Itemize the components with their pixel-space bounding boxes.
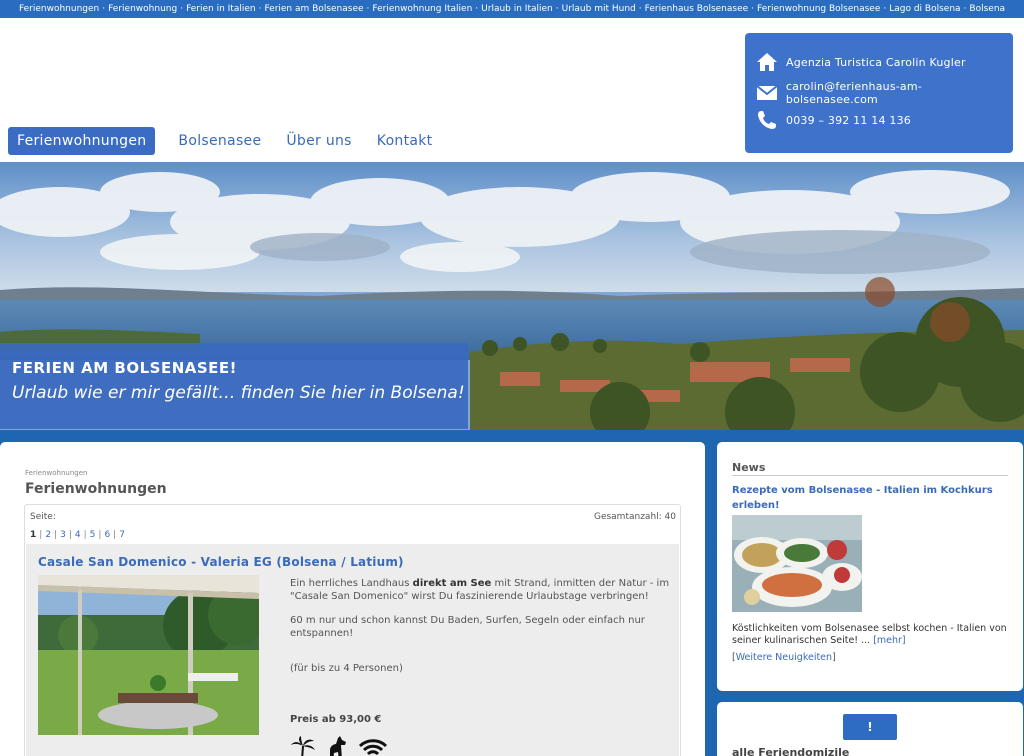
amenity-icons [290, 736, 388, 756]
strip-link[interactable]: Ferien in Italien [186, 4, 256, 14]
total-count: Gesamtanzahl: 40 [593, 512, 676, 522]
nav-item-kontakt[interactable]: Kontakt [368, 127, 442, 155]
pagination-separator: | [68, 530, 72, 540]
agency-name: Agenzia Turistica Carolin Kugler [786, 55, 966, 69]
strip-link[interactable]: Lago di Bolsena [889, 4, 960, 14]
pagination-page-5[interactable]: 5 [90, 530, 96, 540]
news-title-link[interactable]: Rezepte vom Bolsenasee - Italien im Koch… [732, 483, 1017, 513]
contact-phone: 0039 – 392 11 14 136 [786, 113, 911, 127]
strip-separator: · [102, 4, 106, 14]
strip-separator: · [963, 4, 967, 14]
listing-photo[interactable] [38, 575, 259, 735]
pagination-page-4[interactable]: 4 [75, 530, 81, 540]
strip-link[interactable]: Ferienwohnung Italien [372, 4, 472, 14]
strip-separator: · [751, 4, 755, 14]
pagination-separator: | [83, 530, 87, 540]
strip-link[interactable]: Urlaub in Italien [481, 4, 553, 14]
pagination-page-2[interactable]: 2 [45, 530, 51, 540]
pagination-separator: | [98, 530, 102, 540]
strip-separator: · [366, 4, 370, 14]
listing-desc-paragraph-2: 60 m nur und schon kannst Du Baden, Surf… [290, 615, 645, 639]
breadcrumb[interactable]: Ferienwohnungen [25, 469, 87, 477]
news-image[interactable] [732, 515, 862, 612]
pagination-page-3[interactable]: 3 [60, 530, 66, 540]
home-icon [755, 51, 779, 73]
hero-banner: FERIEN AM BOLSENASEE! Urlaub wie er mir … [0, 162, 1024, 430]
all-domiciles-button[interactable]: ! [843, 714, 897, 740]
strip-link[interactable]: Ferienhaus Bolsenasee [645, 4, 749, 14]
listing-container: Seite: Gesamtanzahl: 40 1 | 2 | 3 | 4 | 5 | 6 | 7 Ca… [24, 504, 681, 756]
strip-separator: · [883, 4, 887, 14]
banner-caption: FERIEN AM BOLSENASEE! Urlaub wie er mir … [0, 343, 468, 429]
contact-phone-row: 0039 – 392 11 14 136 [755, 109, 911, 131]
strip-separator: · [638, 4, 642, 14]
main-navigation: Ferienwohnungen Bolsenasee Über uns Kont… [8, 127, 448, 155]
pagination-separator: | [113, 530, 117, 540]
pagination: 1 | 2 | 3 | 4 | 5 | 6 | 7 [30, 530, 125, 540]
more-news-row: [Weitere Neuigkeiten] [732, 652, 836, 663]
contact-email-row: carolin@ferienhaus-am-bolsenasee.com [755, 80, 1013, 106]
pagination-page-7[interactable]: 7 [119, 530, 125, 540]
news-heading: News [732, 461, 1008, 476]
listing-desc-paragraph-1: Ein herrliches Landhaus direkt am See mi… [290, 578, 670, 602]
palm-icon [290, 736, 316, 756]
dog-icon [326, 736, 348, 756]
keyword-link-strip: Ferienwohnungen · Ferienwohnung · Ferien in … [0, 0, 1024, 18]
strip-link[interactable]: Ferien am Bolsenasee [264, 4, 363, 14]
banner-headline: FERIEN AM BOLSENASEE! [12, 359, 237, 377]
header: Ferienwohnungen Bolsenasee Über uns Kont… [0, 18, 1024, 162]
banner-subline: Urlaub wie er mir gefällt… finden Sie hi… [12, 383, 465, 403]
strip-link[interactable]: Urlaub mit Hund [562, 4, 636, 14]
listing-price: Preis ab 93,00 € [290, 714, 382, 725]
strip-separator: · [475, 4, 479, 14]
nav-item-bolsenasee[interactable]: Bolsenasee [169, 127, 270, 155]
strip-separator: · [555, 4, 559, 14]
pagination-separator: | [39, 530, 43, 540]
listing-title-link[interactable]: Casale San Domenico - Valeria EG (Bolsen… [38, 555, 404, 569]
news-teaser: Köstlichkeiten vom Bolsenasee selbst koc… [732, 623, 1007, 646]
all-domiciles-panel: ! alle Feriendomizile [717, 702, 1023, 756]
pagination-page-6[interactable]: 6 [104, 530, 110, 540]
more-news-link[interactable]: Weitere Neuigkeiten [736, 652, 832, 663]
strip-separator: · [258, 4, 262, 14]
nav-item-ueber-uns[interactable]: Über uns [277, 127, 360, 155]
strip-link[interactable]: Ferienwohnungen [19, 4, 99, 14]
pagination-label: Seite: [30, 512, 56, 522]
listing-persons: (für bis zu 4 Personen) [290, 663, 403, 674]
news-panel: News Rezepte vom Bolsenasee - Italien im… [717, 442, 1023, 691]
phone-icon [755, 109, 779, 131]
contact-email-link[interactable]: carolin@ferienhaus-am-bolsenasee.com [786, 80, 1013, 106]
news-more-link[interactable]: [mehr] [873, 635, 905, 646]
page-title: Ferienwohnungen [25, 481, 167, 497]
all-domiciles-label: alle Feriendomizile [732, 746, 850, 756]
strip-link[interactable]: Ferienwohnung Bolsenasee [757, 4, 880, 14]
listing-description: Ein herrliches Landhaus direkt am See mi… [290, 577, 670, 686]
wifi-icon [358, 736, 388, 756]
contact-agency-row: Agenzia Turistica Carolin Kugler [755, 51, 966, 73]
nav-item-ferienwohnungen[interactable]: Ferienwohnungen [8, 127, 156, 155]
pagination-separator: | [54, 530, 58, 540]
strip-link[interactable]: Bolsena [969, 4, 1005, 14]
pagination-page-1[interactable]: 1 [30, 530, 36, 540]
strip-separator: · [180, 4, 184, 14]
mail-icon [755, 82, 779, 104]
strip-link[interactable]: Ferienwohnung [108, 4, 177, 14]
listing-item: Casale San Domenico - Valeria EG (Bolsen… [26, 544, 679, 756]
main-content: Ferienwohnungen Ferienwohnungen Seite: G… [0, 442, 705, 756]
contact-box: Agenzia Turistica Carolin Kugler carolin… [745, 33, 1013, 153]
